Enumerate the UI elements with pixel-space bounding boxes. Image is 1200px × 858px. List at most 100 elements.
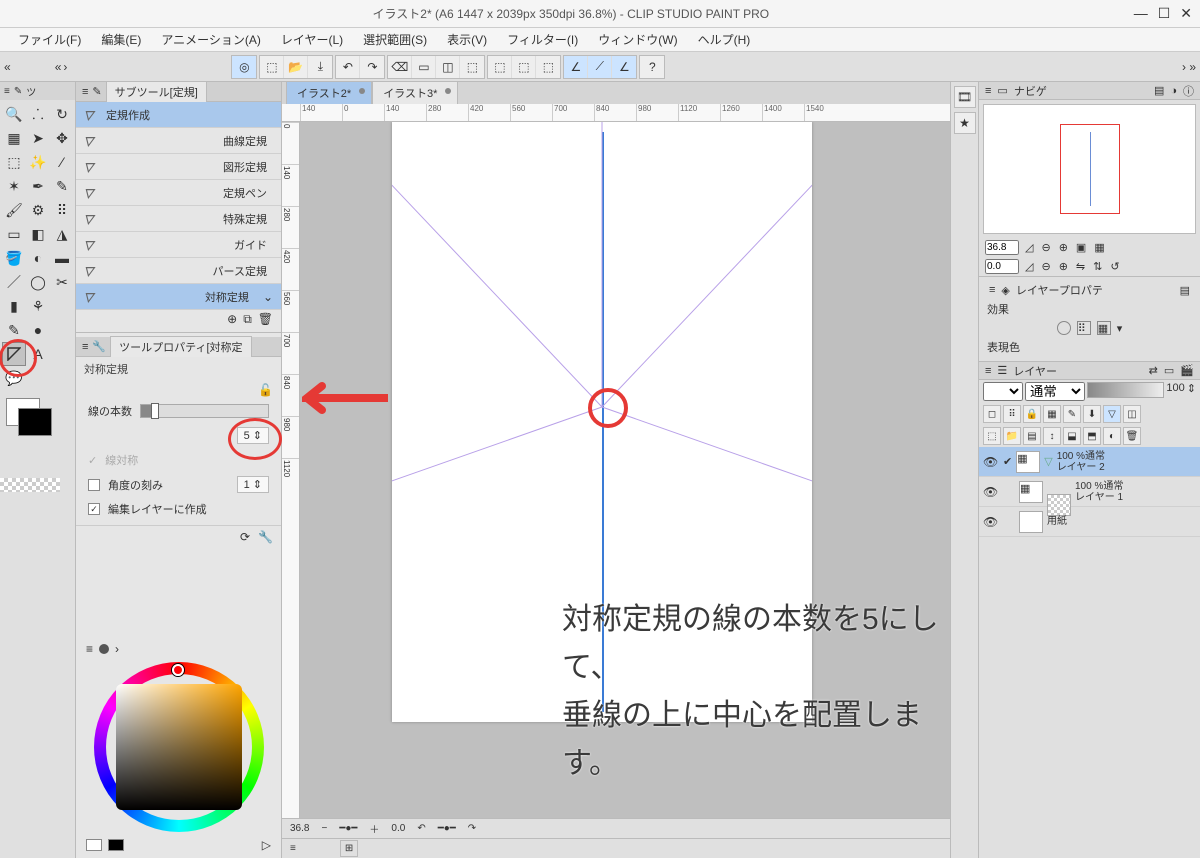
fit-icon[interactable]: ▣ [1074,241,1088,254]
blend-mode-select[interactable]: 通常 [1025,382,1085,401]
menu-file[interactable]: ファイル(F) [10,29,89,50]
zoom-readout[interactable]: 36.8 [290,823,309,834]
new-button[interactable]: ⬚ [260,56,284,78]
panel-menu-icon[interactable]: ≡ [82,341,88,353]
layer-row-paper[interactable]: 👁 用紙 [979,507,1200,537]
rot-ccw-icon[interactable]: ⊖ [1039,260,1052,273]
zoom-out-icon[interactable]: ⊖ [1039,241,1052,254]
menu-window[interactable]: ウィンドウ(W) [590,29,685,50]
canvas-viewport[interactable]: 対称定規の線の本数を5にして、 垂線の上に中心を配置します。 [300,122,950,818]
zoom-in-icon[interactable]: ⊕ [1057,241,1070,254]
sel3-button[interactable]: ⬚ [536,56,560,78]
sel2-button[interactable]: ⬚ [512,56,536,78]
doctab-1[interactable]: イラスト2* [286,81,372,104]
clipstudio-button[interactable]: ◎ [232,56,256,78]
help-button[interactable]: ? [640,56,664,78]
lb-6[interactable]: ⬇ [1083,405,1101,423]
subtool-shape-ruler[interactable]: ▽図形定規 [76,154,281,180]
menu-filter[interactable]: フィルター(I) [499,29,586,50]
subtool-perspective-ruler[interactable]: ▽パース定規 [76,258,281,284]
lb-d[interactable]: ↕ [1043,427,1061,445]
lb-f[interactable]: ⬒ [1083,427,1101,445]
minimize-button[interactable]: — [1134,5,1148,22]
reset-rot-icon[interactable]: ↺ [1108,260,1121,273]
visibility-icon[interactable]: 👁 [983,515,999,529]
subtool-curve-ruler[interactable]: ▽曲線定規 [76,128,281,154]
pen-tool[interactable]: ✒ [26,174,50,198]
save-button[interactable]: ⤓ [308,56,332,78]
visibility-icon[interactable]: 👁 [983,485,999,499]
new-layer-icon[interactable]: ⬚ [983,427,1001,445]
scissors-tool[interactable]: ✂ [50,270,74,294]
crop-button[interactable]: ◫ [436,56,460,78]
maximize-button[interactable]: ☐ [1158,5,1171,22]
ruler-tool[interactable] [2,342,26,366]
background-swatch[interactable] [108,839,124,851]
angle-checkbox[interactable] [88,479,100,491]
color-wheel[interactable] [94,662,264,832]
panel-menu-icon[interactable]: ≡ [86,642,93,656]
doctab-2[interactable]: イラスト3* [372,81,458,104]
sel1-button[interactable]: ⬚ [488,56,512,78]
lb-4[interactable]: ▦ [1043,405,1061,423]
brush-tool[interactable]: 🖌 [2,198,26,222]
gradient-tool[interactable]: ◐ [26,246,50,270]
rotate-field[interactable] [985,259,1019,274]
more-icon[interactable]: › [115,642,119,656]
navigator-preview[interactable] [983,104,1196,234]
rotate-tool[interactable]: ↻ [50,102,74,126]
subtool-special-ruler[interactable]: ▽特殊定規 [76,206,281,232]
frame-tool[interactable]: ▭ [2,222,26,246]
play-icon[interactable]: ▷ [262,838,271,852]
subtool-copy-icon[interactable]: ⧉ [243,312,252,330]
timeline-icon[interactable]: ⊞ [340,840,358,857]
eyedropper-tool[interactable]: ⁄ [50,150,74,174]
layerprop-tab[interactable]: レイヤープロパテ [1016,282,1103,298]
lb-5[interactable]: ✎ [1063,405,1081,423]
palette-color-select[interactable] [983,382,1023,401]
lb-2[interactable]: ⠿ [1003,405,1021,423]
panel-menu-icon[interactable]: ≡ [290,843,296,854]
knife-tool[interactable]: ▮ [2,294,26,318]
reset-icon[interactable]: ⟳ [240,530,250,544]
edge-tool[interactable]: ▬ [50,246,74,270]
open-button[interactable]: 📂 [284,56,308,78]
colorwheel-tab-icon[interactable] [99,644,109,654]
flip-v-icon[interactable]: ⇅ [1091,260,1104,273]
spray-tool[interactable]: ⠿ [50,198,74,222]
menu-selection[interactable]: 選択範囲(S) [355,29,435,50]
undo-button[interactable]: ↶ [336,56,360,78]
wrench-icon[interactable]: 🔧 [258,530,273,544]
new-folder-icon[interactable]: 📁 [1003,427,1021,445]
rot-slider-icon[interactable]: ◿ [1023,260,1035,273]
effect-more-icon[interactable]: ▾ [1117,322,1123,335]
lb-1[interactable]: ◻ [983,405,1001,423]
fill-tool[interactable]: 🪣 [2,246,26,270]
lb-8[interactable]: ◫ [1123,405,1141,423]
spark-tool[interactable]: ✶ [2,174,26,198]
layer-move-tool[interactable]: ✥ [50,126,74,150]
opacity-slider[interactable] [1087,382,1164,398]
zoom-slider[interactable]: ━●━ [339,823,357,834]
panel-menu-icon[interactable]: ≡ [985,365,991,377]
zoom-tool[interactable]: 🔍 [2,102,26,126]
close-button[interactable]: ✕ [1180,5,1192,22]
lock-icon[interactable]: 🔓 [258,383,273,397]
lb-e[interactable]: ⬓ [1063,427,1081,445]
wand-tool[interactable]: ✨ [26,150,50,174]
navigator-tab[interactable]: ナビゲ [1014,83,1047,99]
trash-icon[interactable]: 🗑 [1123,427,1141,445]
subtool-tab[interactable]: サブツール[定規] [106,81,207,102]
background-color[interactable] [18,408,52,436]
zoom-field[interactable] [985,240,1019,255]
foreground-swatch[interactable] [86,839,102,851]
deselect-button[interactable]: ▭ [412,56,436,78]
lb-c[interactable]: ▤ [1023,427,1041,445]
collapse-left-icon[interactable]: « [4,60,11,74]
panel-menu-icon[interactable]: ≡ [82,86,88,98]
blend-tool[interactable]: ◮ [50,222,74,246]
tab-icon[interactable]: ▤ [1180,284,1190,297]
mask-icon[interactable]: ◐ [1103,427,1121,445]
rot-cw-icon[interactable]: ⊕ [1057,260,1070,273]
marquee-tool[interactable]: ⬚ [2,150,26,174]
